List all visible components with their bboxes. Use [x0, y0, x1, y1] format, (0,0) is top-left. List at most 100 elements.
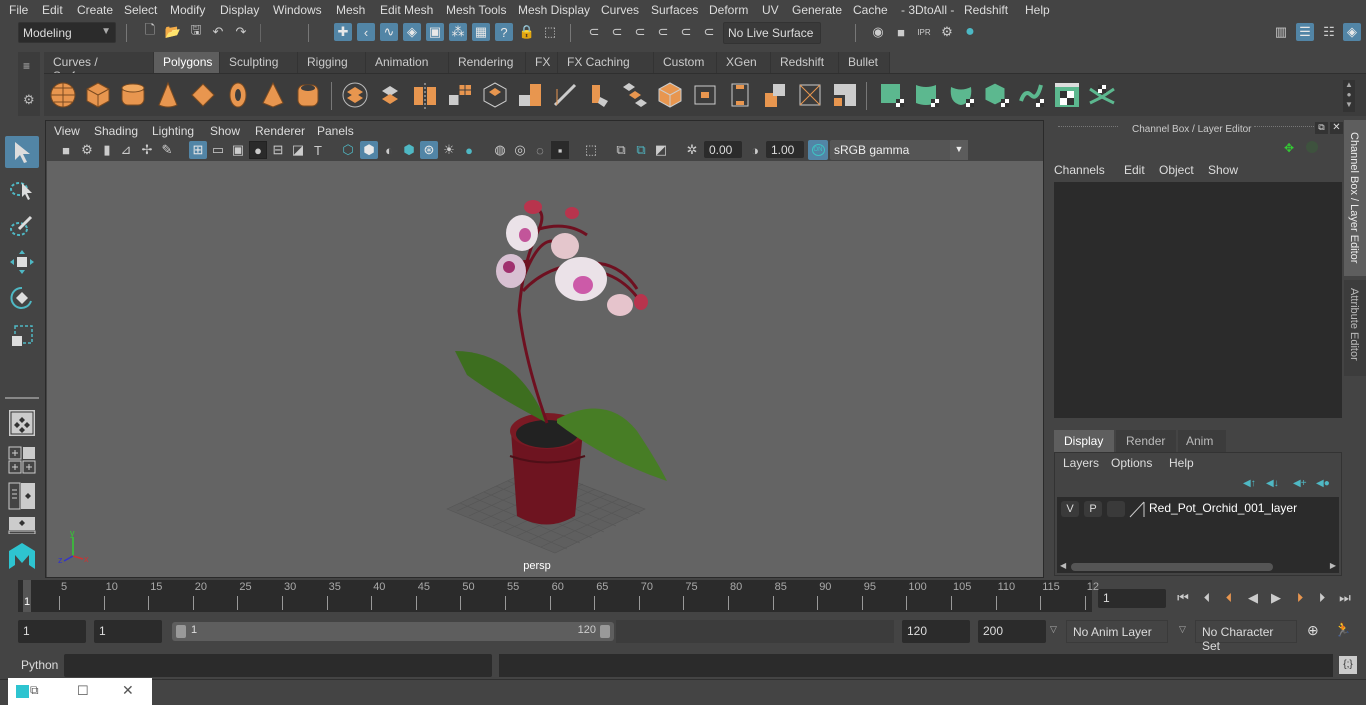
- menu-layer-help[interactable]: Help: [1169, 456, 1194, 470]
- viewport-menu-view[interactable]: View: [54, 124, 80, 138]
- fill-hole-icon[interactable]: [726, 81, 754, 109]
- live-surface-field[interactable]: No Live Surface: [723, 22, 821, 44]
- viewport-menu-renderer[interactable]: Renderer: [255, 124, 305, 138]
- menu-uv[interactable]: UV: [762, 3, 779, 17]
- merge-icon[interactable]: [761, 81, 789, 109]
- gate-mask-icon[interactable]: ●: [249, 141, 267, 159]
- new-layer-selected-icon[interactable]: ◀●: [1316, 478, 1330, 489]
- select-component-icon[interactable]: ∿: [380, 23, 398, 41]
- close-window-icon[interactable]: ✕: [122, 682, 134, 699]
- channel-box-toggle-icon[interactable]: ◈: [1343, 23, 1361, 41]
- new-scene-icon[interactable]: 🗋: [141, 22, 159, 41]
- safe-action-icon[interactable]: ◪: [289, 141, 307, 159]
- character-set-dropdown[interactable]: No Character Set: [1195, 620, 1297, 653]
- side-tab-channel-box[interactable]: Channel Box / Layer Editor: [1344, 120, 1366, 276]
- menu-cb-edit[interactable]: Edit: [1124, 163, 1145, 177]
- snap-view-plane-icon[interactable]: ⊂: [654, 23, 672, 41]
- graph-view-layout-icon[interactable]: [5, 516, 39, 534]
- script-editor-icon[interactable]: {;}: [1339, 656, 1357, 674]
- menu-windows[interactable]: Windows: [273, 3, 322, 17]
- field-chart-icon[interactable]: ⊟: [269, 141, 287, 159]
- shelf-tab-rendering[interactable]: Rendering: [449, 52, 526, 73]
- ipr-render-icon[interactable]: IPR: [915, 23, 933, 41]
- new-empty-layer-icon[interactable]: ◀+: [1293, 478, 1307, 489]
- outliner-view-layout-icon[interactable]: [5, 480, 39, 512]
- shelf-tab-fx[interactable]: FX: [526, 52, 558, 73]
- poly-sphere-icon[interactable]: [49, 81, 77, 109]
- image-plane-icon[interactable]: ⊿: [117, 141, 135, 159]
- 2d-pan-zoom-icon[interactable]: ✢: [138, 141, 156, 159]
- animation-end-field[interactable]: 200: [978, 620, 1046, 643]
- layer-horizontal-scrollbar[interactable]: ◀ ▶: [1057, 561, 1339, 573]
- layer-color-swatch-icon[interactable]: [1129, 500, 1145, 518]
- isolate-select-icon[interactable]: ⬚: [582, 141, 600, 159]
- menu-curves[interactable]: Curves: [601, 3, 639, 17]
- multi-cut-icon[interactable]: [551, 81, 579, 109]
- uv-contour-stretch-icon[interactable]: [1018, 81, 1046, 109]
- film-gate-icon[interactable]: ▭: [209, 141, 227, 159]
- menu-select[interactable]: Select: [124, 3, 157, 17]
- reduce-icon[interactable]: [481, 81, 509, 109]
- menu-layers[interactable]: Layers: [1063, 456, 1099, 470]
- render-settings-icon[interactable]: ⚙: [938, 23, 956, 41]
- bookmark-icon[interactable]: ▮: [98, 141, 116, 159]
- smooth-shade-icon[interactable]: ⬢: [360, 141, 378, 159]
- menu-redshift[interactable]: Redshift: [964, 3, 1008, 17]
- wireframe-on-shaded-icon[interactable]: ⬢: [400, 141, 418, 159]
- rotate-tool-icon[interactable]: [5, 282, 39, 314]
- snap-points-icon[interactable]: ⁂: [449, 23, 467, 41]
- tool-settings-icon[interactable]: ☷: [1320, 23, 1338, 41]
- layer-name[interactable]: Red_Pot_Orchid_001_layer: [1149, 501, 1297, 515]
- manipulator-icon[interactable]: ✥: [1284, 141, 1294, 155]
- gamma-field[interactable]: 1.00: [766, 141, 804, 158]
- restore-icon[interactable]: ⧉: [30, 683, 39, 698]
- menu-options[interactable]: Options: [1111, 456, 1152, 470]
- shelf-tab-custom[interactable]: Custom: [654, 52, 717, 73]
- scrollbar-thumb[interactable]: [1071, 563, 1273, 571]
- speed-icon[interactable]: [1306, 141, 1318, 153]
- step-forward-frame-icon[interactable]: ⏵: [1314, 590, 1330, 606]
- viewport-menu-panels[interactable]: Panels: [317, 124, 354, 138]
- combine-icon[interactable]: [341, 81, 369, 109]
- append-polygon-icon[interactable]: [691, 81, 719, 109]
- menu-display[interactable]: Display: [220, 3, 259, 17]
- shelf-menu-icon[interactable]: ≡: [23, 59, 30, 73]
- color-management-toggle[interactable]: ON: [808, 140, 828, 160]
- scroll-left-icon[interactable]: ◀: [1060, 561, 1066, 570]
- remesh-icon[interactable]: [516, 81, 544, 109]
- anim-layer-dropdown[interactable]: No Anim Layer: [1066, 620, 1168, 643]
- poly-cylinder-icon[interactable]: [119, 81, 147, 109]
- modeling-toolkit-icon[interactable]: ▥: [1272, 23, 1290, 41]
- screen-space-ao-icon[interactable]: ◍: [491, 141, 509, 159]
- menu-surfaces[interactable]: Surfaces: [651, 3, 698, 17]
- layer-tab-display[interactable]: Display: [1054, 430, 1114, 452]
- default-material-icon[interactable]: ◐: [380, 141, 398, 159]
- menu-object[interactable]: Object: [1159, 163, 1194, 177]
- maximize-icon[interactable]: ☐: [77, 683, 89, 699]
- gamma-icon[interactable]: ◑: [746, 141, 764, 159]
- use-all-lights-icon[interactable]: ☀: [440, 141, 458, 159]
- exposure-icon[interactable]: ✲: [683, 141, 701, 159]
- select-object-icon[interactable]: ‹: [357, 23, 375, 41]
- camera-icon[interactable]: ■: [57, 141, 75, 159]
- menu-create[interactable]: Create: [77, 3, 113, 17]
- shadows-icon[interactable]: ●: [460, 141, 478, 159]
- snap-vertex-icon[interactable]: ◈: [403, 23, 421, 41]
- menu-deform[interactable]: Deform: [709, 3, 748, 17]
- playback-start-field[interactable]: 1: [94, 620, 162, 643]
- script-language-toggle[interactable]: Python: [21, 658, 58, 672]
- move-layer-up-icon[interactable]: ◀↑: [1243, 478, 1256, 489]
- snap-live-icon[interactable]: ⊂: [677, 23, 695, 41]
- menu-help[interactable]: Help: [1025, 3, 1050, 17]
- shelf-tab-xgen[interactable]: XGen: [717, 52, 771, 73]
- time-slider[interactable]: 1 5 10 15 20 25 30 35 40 45 50 55 60 65 70 75 80 85 90 95 1…: [18, 580, 1099, 612]
- xray-active-icon[interactable]: ⧉: [632, 141, 650, 159]
- redo-icon[interactable]: ↷: [232, 23, 250, 41]
- separate-icon[interactable]: [376, 81, 404, 109]
- layer-playback-toggle[interactable]: P: [1084, 501, 1102, 517]
- move-layer-down-icon[interactable]: ◀↓: [1266, 478, 1279, 489]
- hypershade-icon[interactable]: ●: [961, 23, 979, 41]
- range-slider[interactable]: 1 120: [172, 622, 614, 641]
- help-snap-icon[interactable]: ?: [495, 23, 513, 41]
- attribute-editor-toggle-icon[interactable]: ☰: [1296, 23, 1314, 41]
